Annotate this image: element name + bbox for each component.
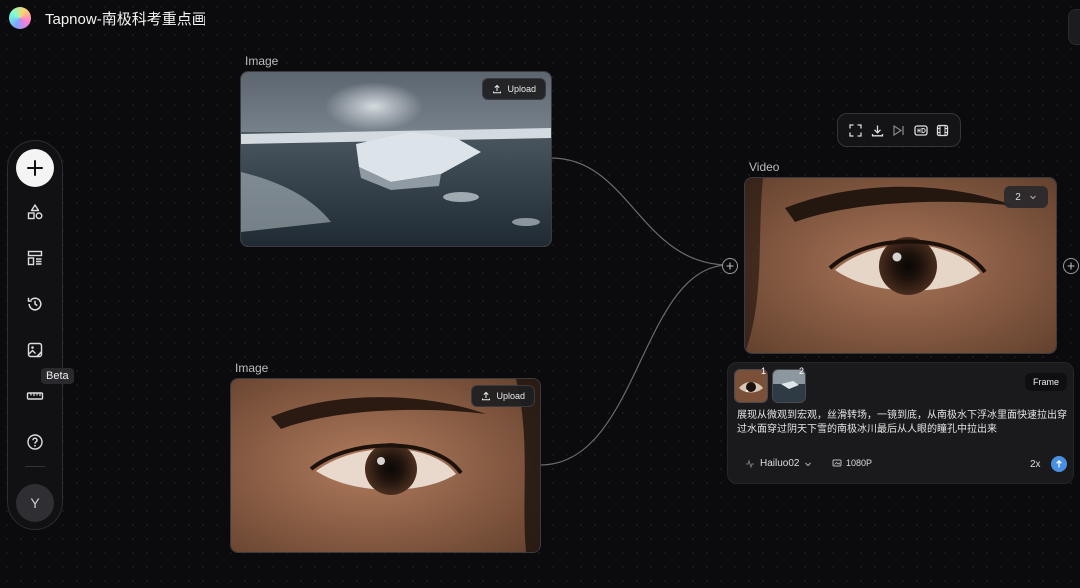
thumb-2-number: 2 xyxy=(799,366,805,376)
output-connector-plus[interactable] xyxy=(1063,258,1079,274)
upload-button-label: Upload xyxy=(507,84,536,94)
ruler-button[interactable] xyxy=(23,384,47,408)
image-edit-icon xyxy=(27,342,43,358)
image-node-1-label: Image xyxy=(245,54,279,68)
film-button[interactable] xyxy=(934,122,950,138)
skip-forward-icon xyxy=(893,124,905,136)
prompt-text[interactable]: 展现从微观到宏观，丝滑转场，一镜到底，从南极水下浮冰里面快速拉出穿过水面穿过阴天… xyxy=(737,409,1069,437)
fullscreen-button[interactable] xyxy=(848,122,864,138)
templates-button[interactable] xyxy=(23,246,47,270)
chevron-down-icon xyxy=(1029,195,1036,200)
model-icon xyxy=(746,458,754,469)
arrow-up-icon xyxy=(1056,460,1062,468)
resolution-icon xyxy=(832,459,842,467)
upload-icon xyxy=(493,84,502,94)
download-icon xyxy=(871,125,883,136)
help-icon xyxy=(27,434,43,450)
ruler-icon xyxy=(26,392,44,400)
fullscreen-icon xyxy=(849,123,862,137)
multiplier-selector[interactable]: 2x xyxy=(1030,459,1041,470)
plus-icon xyxy=(1067,262,1075,270)
image-edit-button[interactable] xyxy=(23,338,47,362)
upload-icon xyxy=(482,391,491,401)
video-node[interactable]: 2 xyxy=(744,177,1057,354)
video-node-label: Video xyxy=(749,160,780,174)
frame-button[interactable]: Frame xyxy=(1024,373,1067,391)
help-button[interactable] xyxy=(23,430,47,454)
upload-button-1[interactable]: Upload xyxy=(482,78,546,100)
layout-icon xyxy=(27,250,43,266)
user-avatar[interactable]: Y xyxy=(16,484,54,522)
skip-frame-button[interactable] xyxy=(891,122,907,138)
prompt-panel: 1 2 Frame 展现从微观到宏观，丝滑转场，一镜到底，从南极水下浮冰里面快速… xyxy=(727,362,1074,484)
shapes-icon xyxy=(27,204,43,220)
toolbar-divider xyxy=(25,466,45,467)
plus-icon xyxy=(27,160,43,176)
thumb-1-number: 1 xyxy=(761,366,767,376)
history-button[interactable] xyxy=(23,292,47,316)
plus-icon xyxy=(726,262,734,270)
add-node-button[interactable] xyxy=(16,149,54,187)
model-name: Hailuo02 xyxy=(760,458,800,469)
model-selector[interactable]: Hailuo02 xyxy=(745,458,812,469)
chevron-down-icon xyxy=(805,462,812,466)
resolution-selector[interactable]: 1080P xyxy=(832,458,872,468)
version-count: 2 xyxy=(1015,191,1021,203)
upload-button-2[interactable]: Upload xyxy=(471,385,535,407)
shapes-button[interactable] xyxy=(23,200,47,224)
version-selector[interactable]: 2 xyxy=(1004,186,1048,208)
hd-button[interactable] xyxy=(913,122,929,138)
left-toolbar: Y xyxy=(7,140,63,530)
generate-button[interactable] xyxy=(1051,456,1067,472)
image-node-2-label: Image xyxy=(235,361,269,375)
film-icon xyxy=(936,124,948,136)
video-node-toolbar xyxy=(837,113,961,147)
input-connector-plus[interactable] xyxy=(722,258,738,274)
download-button[interactable] xyxy=(869,122,885,138)
beta-badge: Beta xyxy=(41,368,74,384)
resolution-value: 1080P xyxy=(846,458,873,468)
history-icon xyxy=(27,297,42,311)
hd-icon xyxy=(913,124,928,136)
image-node-2[interactable]: Upload xyxy=(230,378,541,553)
image-node-1[interactable]: Upload xyxy=(240,71,552,247)
upload-button-label: Upload xyxy=(496,391,525,401)
